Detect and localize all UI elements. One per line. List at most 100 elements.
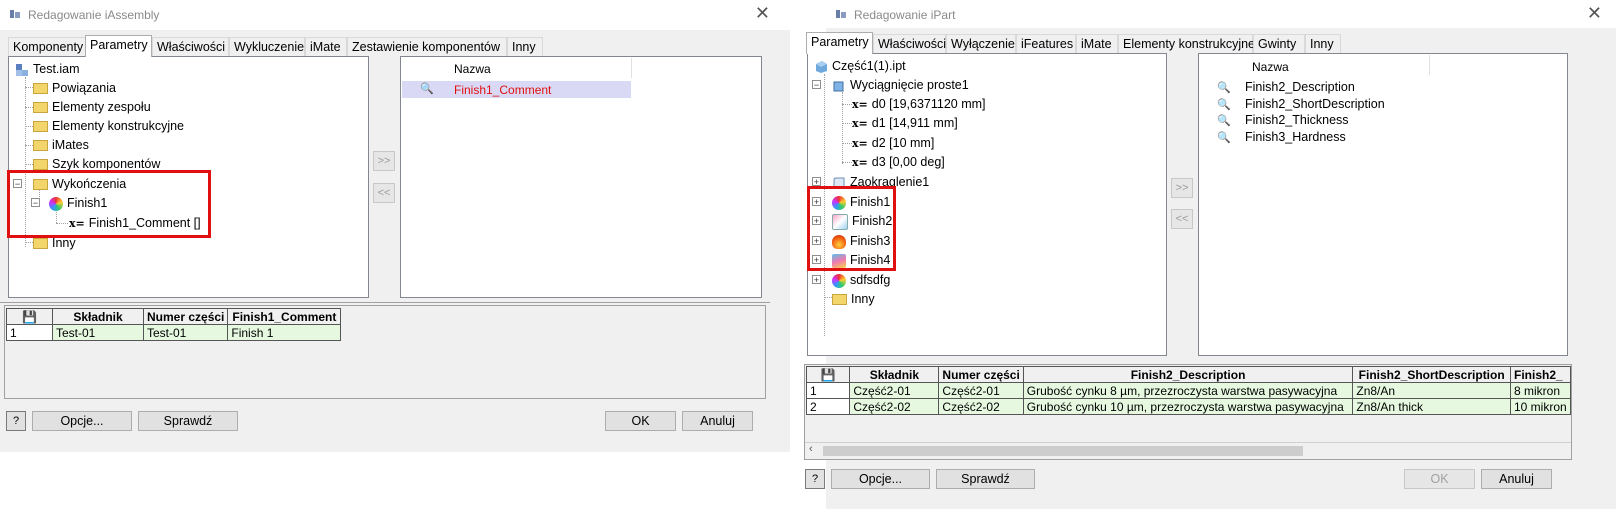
- help-button[interactable]: ?: [805, 469, 825, 489]
- help-button[interactable]: ?: [6, 411, 26, 431]
- tab-inny[interactable]: Inny: [507, 37, 543, 56]
- tab-zestawienie-komponentow[interactable]: Zestawienie komponentów: [347, 37, 507, 56]
- table-cell[interactable]: Zn8/An thick: [1352, 398, 1511, 415]
- remove-parameter-button[interactable]: <<: [373, 183, 395, 203]
- tab-parametry[interactable]: Parametry: [806, 32, 873, 54]
- selected-parameters-list[interactable]: Nazwa 🔍 Finish2_Description 🔍 Finish2_Shor…: [1198, 53, 1568, 356]
- table-cell[interactable]: Finish 1: [227, 324, 342, 341]
- parameter-icon: x=: [852, 137, 868, 150]
- scrollbar-thumb[interactable]: [823, 446, 1303, 456]
- tab-imate[interactable]: iMate: [1076, 34, 1118, 53]
- table-cell[interactable]: Część2-02: [938, 398, 1024, 415]
- tab-elementy-konstrukcyjne[interactable]: Elementy konstrukcyjne: [1118, 34, 1255, 53]
- save-icon[interactable]: 💾: [6, 308, 53, 325]
- tree-item-elementy-konstrukcyjne[interactable]: Elementy konstrukcyjne: [33, 117, 184, 135]
- close-icon[interactable]: ✕: [1587, 3, 1602, 24]
- tree-item-label: d0 [19,6371120 mm]: [871, 97, 986, 111]
- column-header[interactable]: Numer części: [938, 366, 1024, 383]
- expand-icon[interactable]: +: [812, 275, 821, 285]
- tab-imate[interactable]: iMate: [305, 37, 347, 56]
- table-cell[interactable]: Test-01: [52, 324, 144, 341]
- tree-item-label: Inny: [52, 236, 76, 250]
- column-header[interactable]: Składnik: [52, 308, 144, 325]
- cancel-button[interactable]: Anuluj: [682, 411, 753, 431]
- table-cell[interactable]: Część2-01: [938, 382, 1024, 399]
- check-button[interactable]: Sprawdź: [138, 411, 238, 431]
- tab-gwinty[interactable]: Gwinty: [1253, 34, 1305, 53]
- table-cell[interactable]: Grubość cynku 10 µm, przezroczysta warst…: [1022, 398, 1354, 415]
- table-cell[interactable]: 10 mikron: [1510, 398, 1571, 415]
- column-header[interactable]: Finish2_: [1510, 366, 1571, 383]
- tree-item-d0[interactable]: x= d0 [19,6371120 mm]: [852, 95, 986, 113]
- tree-root-assembly[interactable]: Test.iam: [15, 60, 80, 78]
- ok-button[interactable]: OK: [1404, 469, 1475, 489]
- close-icon[interactable]: ✕: [755, 3, 770, 24]
- highlight-box: [807, 186, 896, 271]
- selected-parameters-list[interactable]: Nazwa 🔍 Finish1_Comment: [400, 56, 762, 298]
- row-number[interactable]: 1: [805, 382, 851, 399]
- column-header[interactable]: Numer części: [142, 308, 229, 325]
- list-item-label: Finish2_Description: [1245, 80, 1355, 94]
- add-parameter-button[interactable]: >>: [1171, 178, 1193, 198]
- list-item[interactable]: 🔍 Finish2_Description: [1217, 78, 1355, 96]
- tree-item-d1[interactable]: x= d1 [14,911 mm]: [852, 114, 958, 132]
- app-icon: [836, 10, 846, 18]
- list-item-label: Finish1_Comment: [454, 83, 552, 97]
- column-header[interactable]: Finish2_ShortDescription: [1352, 366, 1511, 383]
- column-header[interactable]: Finish1_Comment: [227, 308, 342, 325]
- list-item[interactable]: 🔍 Finish3_Hardness: [1217, 128, 1346, 146]
- table-cell[interactable]: Część2-02: [849, 398, 940, 415]
- assembly-icon: [16, 63, 28, 76]
- parameter-icon: x=: [852, 98, 868, 111]
- column-header[interactable]: Składnik: [849, 366, 940, 383]
- tree-item-wyciagniecie-proste1[interactable]: Wyciągnięcie proste1: [832, 76, 969, 94]
- table-cell[interactable]: Część2-01: [849, 382, 940, 399]
- tree-root-part[interactable]: Część1(1).ipt: [814, 57, 906, 75]
- tree-item-imates[interactable]: iMates: [33, 136, 89, 154]
- tree-item-d3[interactable]: x= d3 [0,00 deg]: [852, 153, 945, 171]
- tree-item-sdfsdfg[interactable]: sdfsdfg: [832, 271, 890, 289]
- cancel-button[interactable]: Anuluj: [1481, 469, 1552, 489]
- collapse-icon[interactable]: −: [812, 80, 821, 90]
- table-row[interactable]: 1 Test-01 Test-01 Finish 1: [6, 324, 342, 341]
- add-parameter-button[interactable]: >>: [373, 151, 395, 171]
- save-icon[interactable]: 💾: [805, 366, 851, 383]
- tab-wylaczenie[interactable]: Wyłączenie: [946, 34, 1016, 53]
- table-cell[interactable]: 8 mikron: [1510, 382, 1571, 399]
- table-cell[interactable]: Zn8/An: [1352, 382, 1511, 399]
- options-button[interactable]: Opcje...: [32, 411, 132, 431]
- tab-wykluczenie[interactable]: Wykluczenie: [229, 37, 305, 56]
- check-button[interactable]: Sprawdź: [936, 469, 1035, 489]
- list-item[interactable]: 🔍 Finish2_Thickness: [1217, 111, 1349, 129]
- tab-komponenty[interactable]: Komponenty: [8, 37, 87, 56]
- table-row[interactable]: 2 Część2-02 Część2-02 Grubość cynku 10 µ…: [805, 398, 1571, 415]
- tree-item-elementy-zespolu[interactable]: Elementy zespołu: [33, 98, 151, 116]
- tree-item-label: Elementy konstrukcyjne: [52, 119, 185, 133]
- folder-icon: [33, 140, 48, 152]
- options-button[interactable]: Opcje...: [831, 469, 930, 489]
- table-area: 💾 Składnik Numer części Finish1_Comment …: [4, 305, 766, 399]
- row-number[interactable]: 2: [805, 398, 851, 415]
- table-cell[interactable]: Grubość cynku 8 µm, przezroczysta warstw…: [1022, 382, 1354, 399]
- tree-item-label: Wyciągnięcie proste1: [850, 78, 969, 92]
- list-item[interactable]: 🔍 Finish1_Comment: [402, 81, 631, 98]
- table-cell[interactable]: Test-01: [142, 324, 229, 341]
- tab-wlasciwosci[interactable]: Właściwości: [152, 37, 229, 56]
- tab-ifeatures[interactable]: iFeatures: [1016, 34, 1076, 53]
- ok-button[interactable]: OK: [605, 411, 676, 431]
- tree-item-d2[interactable]: x= d2 [10 mm]: [852, 134, 934, 152]
- list-item-label: Finish2_ShortDescription: [1245, 97, 1385, 111]
- row-number[interactable]: 1: [6, 324, 53, 341]
- column-header[interactable]: Finish2_Description: [1022, 366, 1354, 383]
- tab-wlasciwosci[interactable]: Właściwości: [873, 34, 946, 53]
- expand-icon[interactable]: +: [812, 177, 821, 187]
- tree-item-powiazania[interactable]: Powiązania: [33, 79, 116, 97]
- tab-parametry[interactable]: Parametry: [85, 35, 152, 57]
- tree-item-inny[interactable]: Inny: [832, 290, 875, 308]
- tab-inny[interactable]: Inny: [1305, 34, 1341, 53]
- horizontal-scrollbar[interactable]: ‹: [805, 442, 1571, 459]
- table-row[interactable]: 1 Część2-01 Część2-01 Grubość cynku 8 µm…: [805, 382, 1571, 399]
- parameters-table: 💾 Składnik Numer części Finish2_Descript…: [805, 366, 1571, 415]
- scroll-left-icon[interactable]: ‹: [809, 443, 813, 455]
- remove-parameter-button[interactable]: <<: [1171, 209, 1193, 229]
